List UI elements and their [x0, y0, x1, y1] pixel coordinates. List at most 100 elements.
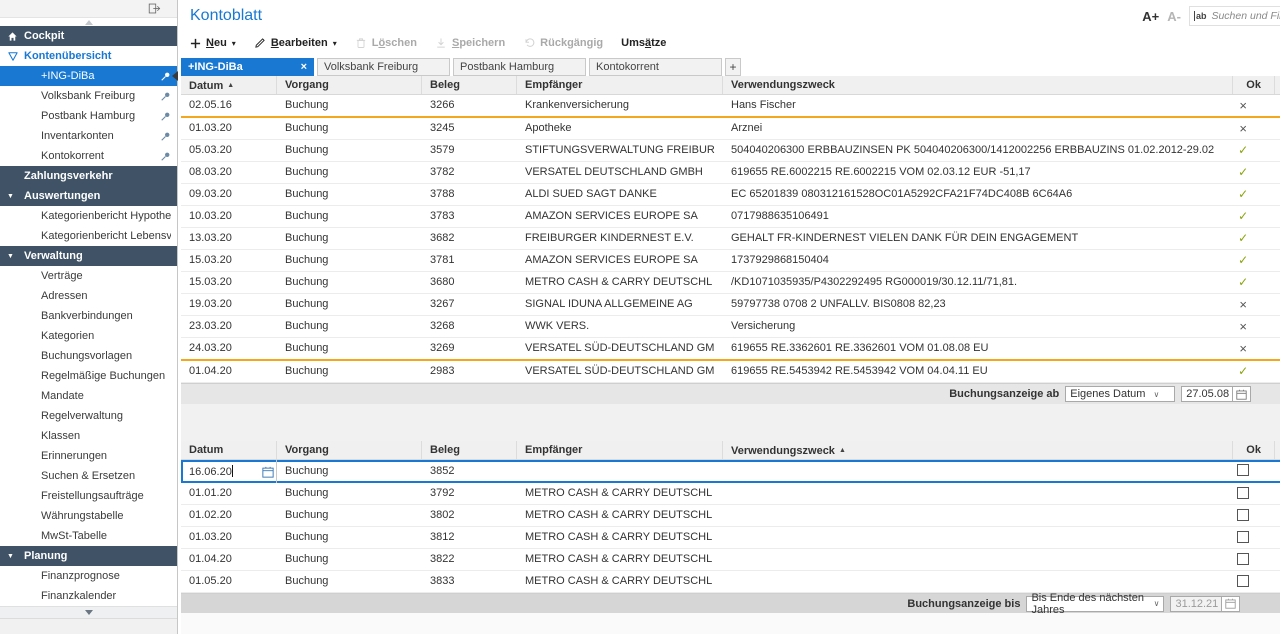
sidebar-item[interactable]: ▼ +ING-DiBa	[0, 66, 177, 86]
umsaetze-button[interactable]: Umsätze	[621, 37, 666, 49]
future-transaction-row[interactable]: 01.03.20 Buchung 3812 METRO CASH & CARRY…	[181, 527, 1280, 549]
column-header-datum[interactable]: Datum▲	[181, 76, 277, 94]
sort-asc-icon: ▲	[839, 447, 846, 454]
future-transaction-row[interactable]: 01.01.20 Buchung 3792 METRO CASH & CARRY…	[181, 483, 1280, 505]
ok-checkbox[interactable]	[1237, 575, 1249, 587]
sidebar-item[interactable]: ▼ Freistellungsaufträge	[0, 486, 177, 506]
column-header-datum[interactable]: Datum	[181, 441, 277, 459]
account-tab[interactable]: Volksbank Freiburg ×	[317, 58, 450, 76]
column-header-beleg[interactable]: Beleg	[422, 76, 517, 94]
sidebar-item[interactable]: ▼ Erinnerungen	[0, 446, 177, 466]
sidebar-item[interactable]: ▼ Klassen	[0, 426, 177, 446]
sidebar-item[interactable]: ▼ Planung	[0, 546, 177, 566]
save-button[interactable]: Speichern	[435, 37, 505, 49]
cell-beleg: 3680	[422, 272, 517, 293]
sidebar-item[interactable]: ▼ Zahlungsverkehr	[0, 166, 177, 186]
collapse-sidebar-icon[interactable]	[148, 2, 161, 15]
column-header-vorgang[interactable]: Vorgang	[277, 441, 422, 459]
edit-row[interactable]: 16.06.20 Buchung 3852 0,00 0,00	[181, 460, 1280, 483]
ok-checkbox[interactable]	[1237, 464, 1249, 476]
range-from-select[interactable]: Eigenes Datum∨	[1065, 386, 1175, 402]
column-header-ok[interactable]: Ok	[1233, 76, 1275, 94]
sidebar-item[interactable]: ▼ Suchen & Ersetzen	[0, 466, 177, 486]
add-tab-button[interactable]: +	[725, 58, 741, 76]
column-header-vorgang[interactable]: Vorgang	[277, 76, 422, 94]
sidebar-item[interactable]: ▼ Auswertungen	[0, 186, 177, 206]
transaction-row[interactable]: 09.03.20 Buchung 3788 ALDI SUED SAGT DAN…	[181, 184, 1280, 206]
sidebar-item[interactable]: ▼ Volksbank Freiburg	[0, 86, 177, 106]
search-input[interactable]	[1211, 10, 1280, 22]
range-from-date-input[interactable]: 27.05.08	[1181, 386, 1233, 402]
range-to-date-input[interactable]: 31.12.21	[1170, 596, 1222, 612]
sidebar-item[interactable]: ▼ Währungstabelle	[0, 506, 177, 526]
transaction-row[interactable]: 02.05.16 Buchung 3266 Krankenversicherun…	[181, 95, 1280, 118]
date-edit-cell[interactable]: 16.06.20	[181, 460, 277, 483]
calendar-icon[interactable]	[262, 466, 274, 478]
cell-beleg: 3802	[422, 505, 517, 526]
edit-button[interactable]: Bearbeiten▾	[254, 37, 337, 49]
bottom-filler	[181, 613, 1280, 634]
future-transaction-row[interactable]: 01.05.20 Buchung 3833 METRO CASH & CARRY…	[181, 571, 1280, 593]
column-header-verwendungszweck[interactable]: Verwendungszweck▲	[723, 441, 1233, 459]
sidebar-item[interactable]: ▼ Bankverbindungen	[0, 306, 177, 326]
sidebar-item[interactable]: ▼ Finanzprognose	[0, 566, 177, 586]
undo-button[interactable]: Rückgängig	[523, 37, 603, 49]
ok-checkbox[interactable]	[1237, 553, 1249, 565]
column-header-empfaenger[interactable]: Empfänger	[517, 441, 723, 459]
sidebar-item[interactable]: ▼ Regelmäßige Buchungen	[0, 366, 177, 386]
column-header-betrag[interactable]: Betrag	[1275, 76, 1280, 94]
transaction-row[interactable]: 05.03.20 Buchung 3579 STIFTUNGSVERWALTUN…	[181, 140, 1280, 162]
future-transaction-row[interactable]: 01.04.20 Buchung 3822 METRO CASH & CARRY…	[181, 549, 1280, 571]
column-header-verwendungszweck[interactable]: Verwendungszweck	[723, 76, 1233, 94]
transaction-row[interactable]: 23.03.20 Buchung 3268 WWK VERS. Versiche…	[181, 316, 1280, 338]
delete-button[interactable]: Löschen	[355, 37, 417, 49]
ok-checkbox[interactable]	[1237, 509, 1249, 521]
transaction-row[interactable]: 15.03.20 Buchung 3781 AMAZON SERVICES EU…	[181, 250, 1280, 272]
calendar-icon[interactable]	[1222, 596, 1240, 612]
sidebar-item[interactable]: ▼ Verträge	[0, 266, 177, 286]
account-tab[interactable]: Kontokorrent ×	[589, 58, 722, 76]
transaction-row[interactable]: 13.03.20 Buchung 3682 FREIBURGER KINDERN…	[181, 228, 1280, 250]
sidebar-item[interactable]: ▼ Cockpit	[0, 26, 177, 46]
account-tab[interactable]: +ING-DiBa ×	[181, 58, 314, 76]
sidebar-item[interactable]: ▼ Finanzkalender	[0, 586, 177, 606]
transaction-row[interactable]: 08.03.20 Buchung 3782 VERSATEL DEUTSCHLA…	[181, 162, 1280, 184]
transaction-row[interactable]: 10.03.20 Buchung 3783 AMAZON SERVICES EU…	[181, 206, 1280, 228]
sidebar-item[interactable]: ▼ Kontenübersicht	[0, 46, 177, 66]
sidebar-item[interactable]: ▼ Kontokorrent	[0, 146, 177, 166]
ok-checkbox[interactable]	[1237, 531, 1249, 543]
transaction-row[interactable]: 01.03.20 Buchung 3245 Apotheke Arznei × …	[181, 118, 1280, 140]
transaction-row[interactable]: 19.03.20 Buchung 3267 SIGNAL IDUNA ALLGE…	[181, 294, 1280, 316]
transaction-row[interactable]: 01.04.20 Buchung 2983 VERSATEL SÜD-DEUTS…	[181, 361, 1280, 383]
transaction-row[interactable]: 15.03.20 Buchung 3680 METRO CASH & CARRY…	[181, 272, 1280, 294]
calendar-icon[interactable]	[1233, 386, 1251, 402]
sidebar-item[interactable]: ▼ Kategorienbericht Hypothek und al...	[0, 206, 177, 226]
sidebar-scroll-up[interactable]	[0, 18, 177, 26]
sidebar-item[interactable]: ▼ Inventarkonten	[0, 126, 177, 146]
sidebar-item[interactable]: ▼ Kategorien	[0, 326, 177, 346]
sidebar-item[interactable]: ▼ Kategorienbericht Lebensversicher...	[0, 226, 177, 246]
transaction-row[interactable]: 24.03.20 Buchung 3269 VERSATEL SÜD-DEUTS…	[181, 338, 1280, 361]
cell-verwendungszweck	[723, 571, 1222, 592]
cell-datum: 05.03.20	[181, 140, 277, 161]
future-transaction-row[interactable]: 01.02.20 Buchung 3802 METRO CASH & CARRY…	[181, 505, 1280, 527]
column-header-empfaenger[interactable]: Empfänger	[517, 76, 723, 94]
column-header-ok[interactable]: Ok	[1233, 441, 1275, 459]
sidebar-item[interactable]: ▼ Mandate	[0, 386, 177, 406]
range-to-select[interactable]: Bis Ende des nächsten Jahres∨	[1026, 596, 1164, 612]
font-decrease-button[interactable]: A-	[1167, 9, 1181, 24]
new-button[interactable]: Neu▾	[190, 37, 236, 49]
tab-close-icon[interactable]: ×	[301, 61, 307, 73]
sidebar-scroll-down[interactable]	[0, 606, 177, 618]
sidebar-item[interactable]: ▼ Regelverwaltung	[0, 406, 177, 426]
account-tab[interactable]: Postbank Hamburg ×	[453, 58, 586, 76]
sidebar-item[interactable]: ▼ Adressen	[0, 286, 177, 306]
sidebar-item[interactable]: ▼ MwSt-Tabelle	[0, 526, 177, 546]
font-increase-button[interactable]: A+	[1142, 9, 1159, 24]
column-header-betrag[interactable]: Betrag	[1275, 441, 1280, 459]
column-header-beleg[interactable]: Beleg	[422, 441, 517, 459]
sidebar-item[interactable]: ▼ Buchungsvorlagen	[0, 346, 177, 366]
sidebar-item[interactable]: ▼ Postbank Hamburg	[0, 106, 177, 126]
sidebar-item[interactable]: ▼ Verwaltung	[0, 246, 177, 266]
ok-checkbox[interactable]	[1237, 487, 1249, 499]
